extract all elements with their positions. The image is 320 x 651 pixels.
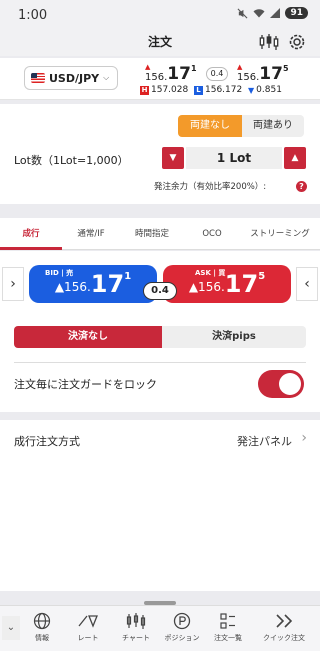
order-method-row[interactable]: 成行注文方式 発注パネル ›: [0, 420, 320, 460]
order-method-label: 成行注文方式: [14, 435, 80, 448]
high-value: 157.028: [151, 85, 189, 95]
low-price: L 156.172: [194, 85, 242, 95]
bid-price: ▲156. 17 1: [29, 271, 157, 297]
order-capacity-label: 発注余力（有効比率200%）:: [154, 182, 267, 192]
tab-oco[interactable]: OCO: [184, 218, 240, 250]
collapse-nav-button[interactable]: ⌄: [2, 616, 20, 640]
section-gap: [0, 412, 320, 420]
high-badge: H: [140, 85, 149, 95]
low-value: 156.172: [205, 85, 243, 95]
next-arrow-button[interactable]: ‹: [296, 267, 318, 301]
ask-quote-prefix: 156.: [237, 72, 260, 83]
lot-quantity-field[interactable]: 1 Lot: [186, 147, 282, 169]
ask-price-prefix: ▲156.: [188, 280, 225, 294]
globe-icon: [33, 612, 51, 630]
nav-rate[interactable]: レート: [66, 612, 110, 643]
bid-price-prefix: ▲156.: [54, 280, 91, 294]
currency-pair-selector[interactable]: USD/JPY ⌵: [24, 66, 118, 90]
nav-chart-label: チャート: [122, 634, 150, 642]
ask-buy-button[interactable]: ASK | 買 ▲156. 17 5: [163, 265, 291, 303]
spread-badge: 0.4: [206, 67, 228, 81]
wifi-icon: [253, 9, 265, 18]
chevron-down-icon: ⌵: [103, 73, 110, 82]
low-badge: L: [194, 85, 203, 95]
price-change: ▼ 0.851: [248, 85, 282, 95]
tab-streaming[interactable]: ストリーミング: [240, 218, 320, 250]
double-chevron-right-icon: [276, 614, 293, 628]
position-icon: [173, 612, 191, 630]
change-value: 0.851: [256, 85, 282, 95]
active-tab-indicator: [0, 247, 62, 250]
nav-quick-order-label: クイック注文: [263, 634, 305, 642]
signal-icon: [270, 8, 281, 18]
currency-pair-label: USD/JPY: [49, 71, 100, 85]
ask-quote: ▲ 156. 17 5: [237, 62, 289, 83]
quote-header: USD/JPY ⌵ ▲ 156. 17 1 0.4 ▲ 156. 17 5 H …: [0, 58, 320, 100]
order-type-tabs: 成行 通常/IF 時間指定 OCO ストリーミング: [0, 218, 320, 250]
nav-order-list[interactable]: 注文一覧: [206, 612, 250, 643]
lot-increase-button[interactable]: ▲: [284, 147, 306, 169]
hedge-off-toggle[interactable]: 両建なし: [178, 115, 242, 137]
spread-indicator: 0.4: [143, 282, 177, 300]
settle-pips-button[interactable]: 決済pips: [162, 326, 306, 348]
order-guard-lock-toggle[interactable]: [258, 370, 304, 398]
bid-price-fraction: 1: [124, 271, 132, 282]
ask-price-fraction: 5: [258, 271, 266, 282]
tab-market[interactable]: 成行: [0, 218, 62, 250]
lot-label: Lot数（1Lot=1,000）: [14, 154, 129, 167]
nav-order-list-label: 注文一覧: [214, 634, 242, 642]
nav-chart[interactable]: チャート: [114, 612, 158, 643]
nav-info[interactable]: 情報: [20, 612, 64, 643]
nav-info-label: 情報: [35, 634, 49, 642]
nav-rate-label: レート: [77, 634, 99, 642]
order-method-value: 発注パネル: [237, 435, 292, 448]
bid-quote-fraction: 1: [190, 64, 197, 73]
battery-icon: 91: [285, 7, 308, 19]
status-time: 1:00: [18, 8, 48, 23]
previous-arrow-button[interactable]: ›: [2, 267, 24, 301]
lot-decrease-button[interactable]: ▼: [162, 147, 184, 169]
divider: [14, 362, 306, 363]
up-triangle-icon: ▲: [145, 63, 151, 71]
order-guard-lock-label: 注文毎に注文ガードをロック: [14, 378, 157, 391]
bottom-navigation: ⌄ 情報 レート チャート ポジション 注文一覧 クイック注文: [0, 601, 320, 651]
lot-section: 両建なし 両建あり Lot数（1Lot=1,000） ▼ 1 Lot ▲ 発注余…: [0, 104, 320, 204]
app-bar: 注文: [0, 30, 320, 56]
ask-quote-pips: 17: [259, 64, 283, 84]
us-flag-icon: [31, 73, 45, 83]
bid-quote: ▲ 156. 17 1: [145, 62, 197, 83]
ask-quote-fraction: 5: [282, 64, 289, 73]
up-triangle-icon: ▲: [237, 63, 243, 71]
drag-handle[interactable]: [144, 601, 176, 605]
candlestick-chart-icon[interactable]: [258, 32, 280, 52]
help-icon[interactable]: ?: [296, 181, 307, 192]
tab-normal-if[interactable]: 通常/IF: [62, 218, 120, 250]
ask-price: ▲156. 17 5: [163, 271, 291, 297]
trade-panel: › BID | 売 ▲156. 17 1 ASK | 買 ▲156. 17 5 …: [0, 251, 320, 591]
bid-quote-prefix: 156.: [145, 72, 168, 83]
bid-price-pips: 17: [90, 270, 125, 298]
high-price: H 157.028: [140, 85, 188, 95]
bid-quote-pips: 17: [167, 64, 191, 84]
status-bar: 1:00 91: [0, 0, 320, 30]
toggle-knob: [279, 373, 301, 395]
mute-icon: [237, 8, 248, 18]
nav-quick-order[interactable]: クイック注文: [256, 612, 312, 643]
candlestick-icon: [126, 613, 146, 629]
settle-none-button[interactable]: 決済なし: [14, 326, 162, 348]
tab-time-specified[interactable]: 時間指定: [120, 218, 184, 250]
status-icons: 91: [237, 7, 308, 19]
down-triangle-icon: ▼: [248, 85, 255, 95]
ask-price-pips: 17: [224, 270, 259, 298]
hedge-on-toggle[interactable]: 両建あり: [242, 115, 304, 137]
rate-icon: [78, 615, 98, 628]
chevron-right-icon: ›: [301, 430, 307, 446]
order-list-icon: [220, 613, 235, 629]
settings-gear-icon[interactable]: [287, 32, 307, 52]
bid-sell-button[interactable]: BID | 売 ▲156. 17 1: [29, 265, 157, 303]
nav-position[interactable]: ポジション: [160, 612, 204, 643]
nav-position-label: ポジション: [164, 634, 200, 642]
